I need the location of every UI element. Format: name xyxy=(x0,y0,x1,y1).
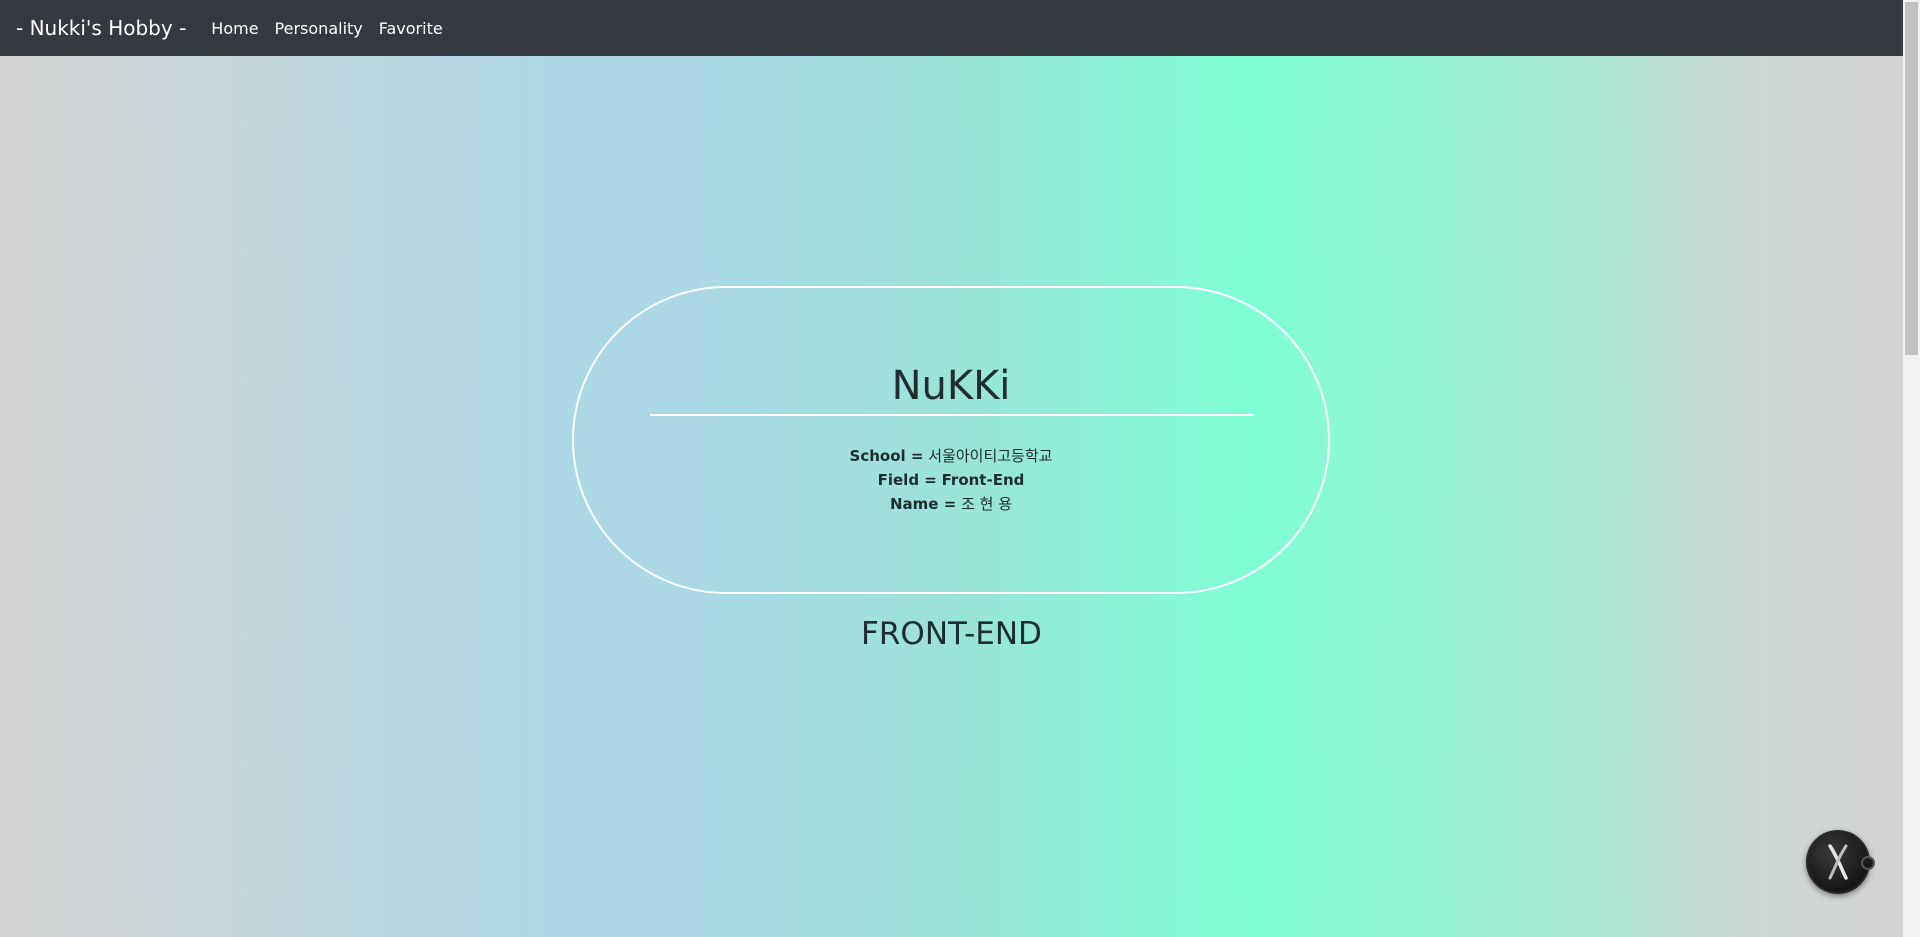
info-row-school: School = 서울아이티고등학교 xyxy=(574,444,1328,468)
section-title: FRONT-END xyxy=(861,616,1042,652)
hero-section: NuKKi School = 서울아이티고등학교 Field = Front-E… xyxy=(0,56,1903,937)
info-value-field: Front-End xyxy=(941,471,1025,489)
info-row-field: Field = Front-End xyxy=(574,468,1328,492)
scrollbar-thumb[interactable] xyxy=(1905,2,1918,355)
navbar: - Nukki's Hobby - Home Personality Favor… xyxy=(0,0,1903,56)
info-row-name: Name = 조 현 용 xyxy=(574,492,1328,516)
profile-title: NuKKi xyxy=(891,363,1011,409)
nav-link-personality[interactable]: Personality xyxy=(275,19,363,38)
info-value-school: 서울아이티고등학교 xyxy=(928,447,1053,465)
floating-action-button[interactable] xyxy=(1806,830,1875,894)
x-figure-icon xyxy=(1828,844,1848,880)
profile-info: School = 서울아이티고등학교 Field = Front-End Nam… xyxy=(574,444,1328,516)
navbar-brand[interactable]: - Nukki's Hobby - xyxy=(16,16,186,40)
info-value-name: 조 현 용 xyxy=(961,495,1012,513)
title-divider xyxy=(650,414,1254,416)
nav-link-favorite[interactable]: Favorite xyxy=(379,19,443,38)
info-label-school: School = xyxy=(849,447,924,465)
profile-card: NuKKi School = 서울아이티고등학교 Field = Front-E… xyxy=(572,286,1330,594)
fab-badge-icon xyxy=(1861,856,1875,870)
nav-link-home[interactable]: Home xyxy=(211,19,258,38)
vertical-scrollbar[interactable] xyxy=(1903,0,1920,937)
page: - Nukki's Hobby - Home Personality Favor… xyxy=(0,0,1920,937)
info-label-field: Field = xyxy=(877,471,937,489)
info-label-name: Name = xyxy=(890,495,957,513)
